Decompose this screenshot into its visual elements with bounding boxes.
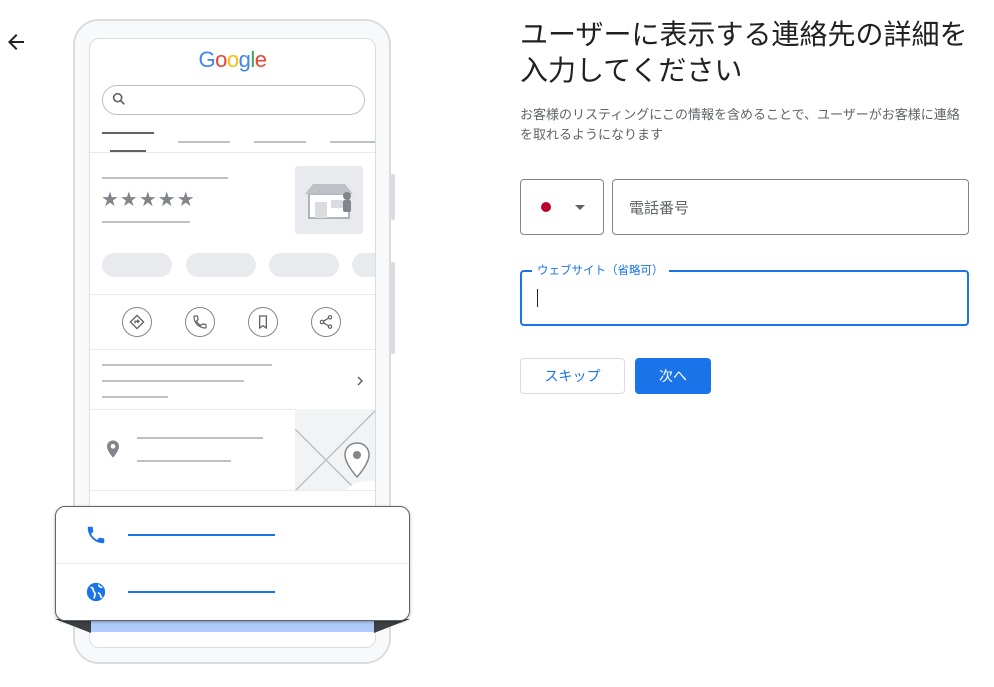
japan-flag-icon — [541, 202, 551, 212]
back-button[interactable] — [4, 30, 28, 54]
globe-icon — [86, 582, 106, 602]
illustration-text-line — [102, 221, 190, 223]
logo-letter: g — [238, 47, 251, 72]
page-title: ユーザーに表示する連絡先の詳細を入力してください — [520, 18, 968, 87]
illustration-tab-line — [254, 141, 306, 143]
search-icon — [112, 92, 125, 105]
star-rating: ★★★★★ — [101, 187, 196, 211]
phone-side-button — [391, 174, 395, 220]
illustration-divider — [90, 490, 375, 491]
phone-icon — [193, 315, 207, 329]
map-thumbnail — [295, 409, 375, 491]
illustration-text-line — [137, 460, 231, 462]
store-icon — [305, 184, 353, 219]
store-thumbnail — [295, 166, 363, 234]
illustration-chip — [102, 253, 172, 277]
phone-number-field[interactable] — [612, 179, 969, 235]
directions-button — [122, 307, 152, 337]
map-graphic — [295, 409, 375, 491]
website-input[interactable] — [535, 285, 939, 313]
phone-side-button — [391, 262, 395, 354]
website-field-label: ウェブサイト（省略可） — [532, 262, 669, 278]
directions-icon — [129, 314, 145, 330]
page-description: お客様のリスティングにこの情報を含めることで、ユーザーがお客様に連絡を取れるよう… — [520, 108, 960, 143]
call-button — [185, 307, 215, 337]
card-fold-right — [374, 619, 410, 633]
website-field[interactable]: ウェブサイト（省略可） — [520, 262, 969, 326]
contact-card-illustration — [55, 506, 410, 621]
share-icon — [319, 315, 333, 329]
country-code-selector[interactable] — [520, 179, 604, 235]
card-fold-left — [55, 619, 91, 633]
logo-letter: o — [226, 47, 239, 72]
google-logo: Google — [90, 47, 375, 73]
arrow-back-icon — [8, 34, 24, 50]
illustration-text-line — [102, 364, 272, 366]
logo-letter: G — [198, 47, 216, 72]
phone-placeholder-line — [128, 534, 275, 536]
illustration-text-line — [102, 177, 228, 179]
logo-letter: e — [254, 47, 267, 72]
chevron-right-icon — [357, 376, 364, 386]
skip-button[interactable]: スキップ — [520, 358, 625, 394]
illustration-tab-line — [330, 141, 375, 143]
location-pin-icon — [107, 440, 119, 458]
bookmark-icon — [259, 315, 267, 330]
phone-number-input[interactable] — [627, 194, 951, 222]
logo-letter: o — [215, 47, 227, 72]
illustration-divider — [90, 294, 375, 295]
dropdown-arrow-icon — [575, 205, 585, 210]
illustration-text-line — [137, 437, 263, 439]
illustration-chip — [186, 253, 256, 277]
save-button-illustration — [248, 307, 278, 337]
illustration-chip — [269, 253, 339, 277]
website-placeholder-line — [128, 591, 275, 593]
illustration-search-bar — [102, 85, 365, 115]
illustration-tab-line — [102, 132, 154, 134]
illustration-divider — [90, 152, 375, 153]
illustration-chip — [352, 253, 375, 277]
phone-icon — [87, 526, 105, 544]
share-button-illustration — [311, 307, 341, 337]
illustration-tab-line — [178, 141, 230, 143]
illustration-text-line — [102, 396, 168, 398]
illustration-divider — [90, 349, 375, 350]
illustration-text-line — [102, 380, 244, 382]
card-divider — [56, 563, 409, 564]
next-button[interactable]: 次へ — [635, 358, 711, 394]
